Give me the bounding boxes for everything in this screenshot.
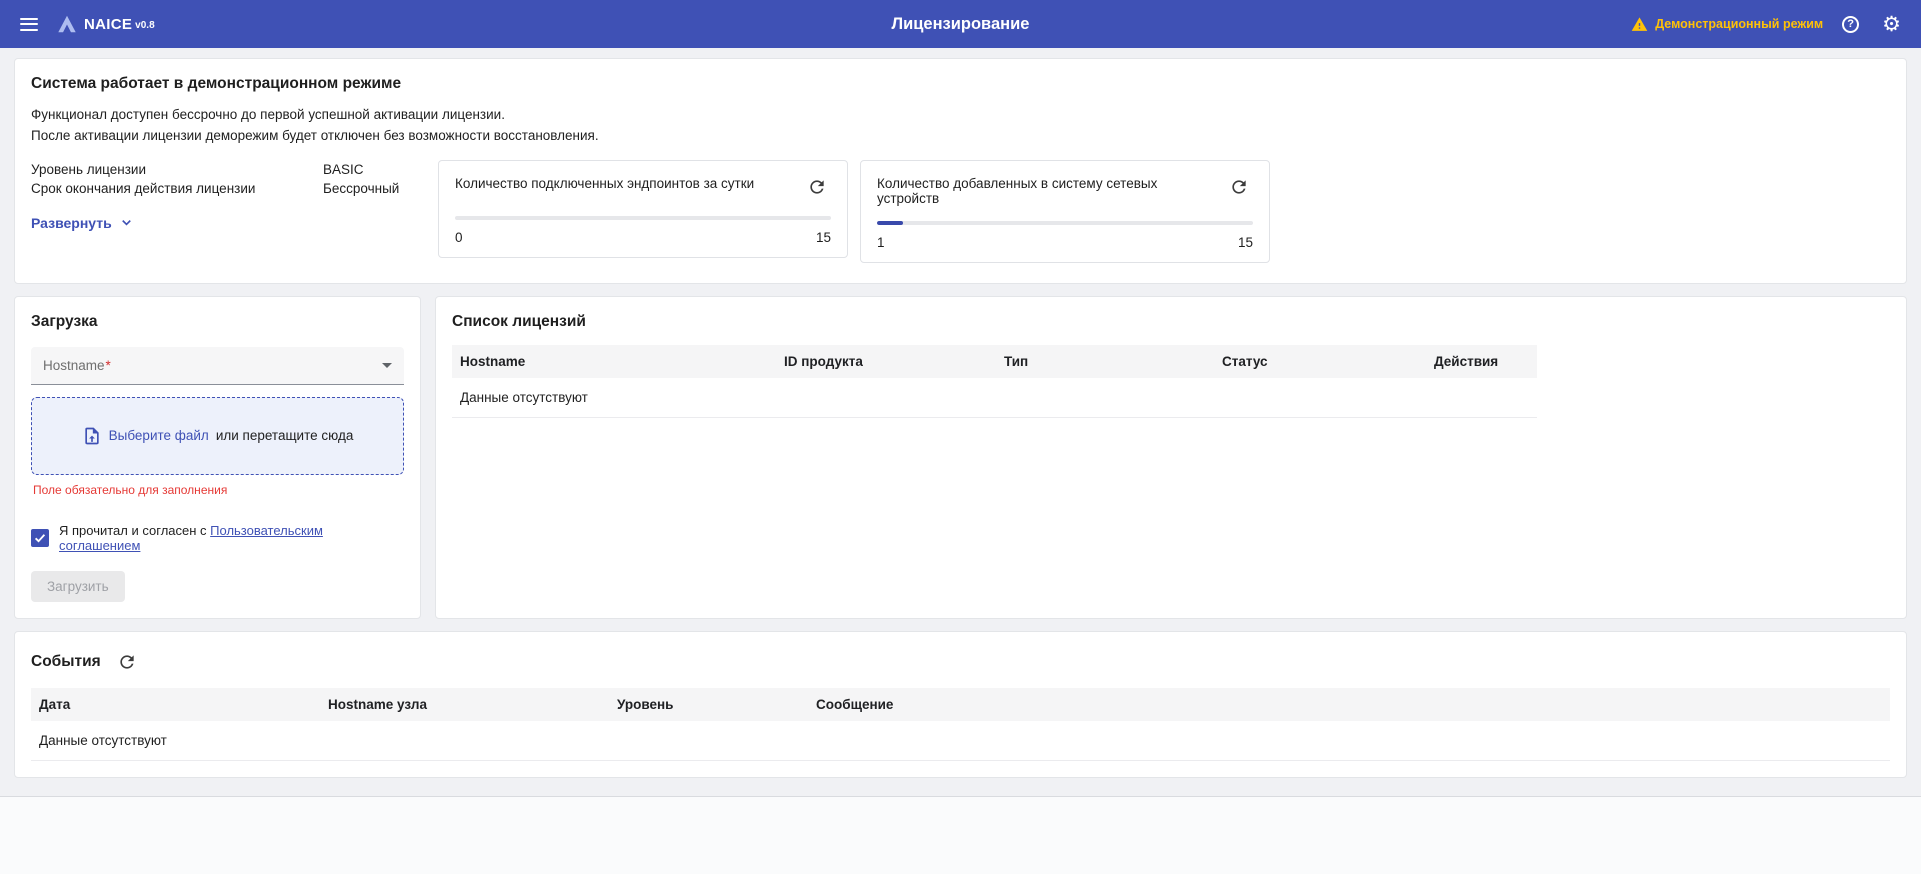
devices-stat-label: Количество добавленных в систему сетевых… xyxy=(877,173,1215,206)
demo-banner-line2: После активации лицензии деморежим будет… xyxy=(31,126,1890,147)
app-version: v0.8 xyxy=(135,20,154,31)
events-col-level: Уровень xyxy=(609,688,808,721)
naice-logo-icon xyxy=(56,13,78,35)
devices-progress-track xyxy=(877,221,1253,225)
gear-icon: ⚙ xyxy=(1882,14,1901,35)
help-icon: ? xyxy=(1842,16,1859,33)
endpoints-refresh-button[interactable] xyxy=(803,173,831,201)
events-header-row: Дата Hostname узла Уровень Сообщение xyxy=(31,688,1890,721)
demo-mode-badge: Демонстрационный режим xyxy=(1631,16,1823,33)
endpoints-max: 15 xyxy=(816,230,831,245)
licenses-title: Список лицензий xyxy=(452,313,1890,331)
devices-max: 15 xyxy=(1238,235,1253,250)
licenses-col-product-id: ID продукта xyxy=(776,345,996,378)
license-expiry-label: Срок окончания действия лицензии xyxy=(31,179,323,199)
refresh-icon xyxy=(117,652,137,672)
demo-banner-card: Система работает в демонстрационном режи… xyxy=(14,58,1907,284)
license-expiry-value: Бессрочный xyxy=(323,179,399,199)
licenses-col-type: Тип xyxy=(996,345,1214,378)
events-empty-row: Данные отсутствуют xyxy=(31,721,1890,761)
settings-button[interactable]: ⚙ xyxy=(1878,10,1905,39)
chevron-down-icon xyxy=(119,215,134,230)
endpoints-stat-card: Количество подключенных эндпоинтов за су… xyxy=(438,160,848,258)
upload-card: Загрузка Hostname* Выберите файл или пер… xyxy=(14,296,421,619)
topbar-actions: Демонстрационный режим ? ⚙ xyxy=(1631,10,1905,39)
agreement-checkbox[interactable] xyxy=(31,529,49,547)
license-level-value: BASIC xyxy=(323,160,364,180)
licenses-empty-text: Данные отсутствуют xyxy=(452,378,1537,418)
devices-stat-card: Количество добавленных в систему сетевых… xyxy=(860,160,1270,263)
menu-button[interactable] xyxy=(16,10,42,38)
expand-label: Развернуть xyxy=(31,215,112,231)
app-name: NAICE xyxy=(84,16,132,33)
licenses-col-hostname: Hostname xyxy=(452,345,776,378)
events-col-date: Дата xyxy=(31,688,320,721)
endpoints-min: 0 xyxy=(455,230,463,245)
devices-refresh-button[interactable] xyxy=(1225,173,1253,201)
hostname-placeholder: Hostname xyxy=(43,358,105,373)
choose-file-link[interactable]: Выберите файл xyxy=(109,428,209,443)
endpoints-stat-label: Количество подключенных эндпоинтов за су… xyxy=(455,173,754,191)
licenses-card: Список лицензий Hostname ID продукта Тип… xyxy=(435,296,1907,619)
dropzone-text: или перетащите сюда xyxy=(216,428,354,443)
events-refresh-button[interactable] xyxy=(113,648,141,676)
page-footer xyxy=(0,796,1921,874)
events-empty-text: Данные отсутствуют xyxy=(31,721,1890,761)
help-button[interactable]: ? xyxy=(1838,12,1863,37)
upload-file-icon xyxy=(82,426,102,446)
app-brand: NAICE v0.8 xyxy=(56,13,155,35)
expand-link[interactable]: Развернуть xyxy=(31,215,134,231)
events-card: События Дата Hostname узла Уровень Сообщ… xyxy=(14,631,1907,778)
demo-banner-line1: Функционал доступен бессрочно до первой … xyxy=(31,105,1890,126)
demo-mode-label: Демонстрационный режим xyxy=(1655,17,1823,31)
demo-banner-title: Система работает в демонстрационном режи… xyxy=(31,75,1890,93)
hostname-validation-error: Поле обязательно для заполнения xyxy=(33,483,404,497)
license-expiry-row: Срок окончания действия лицензии Бессроч… xyxy=(31,179,438,199)
events-title: События xyxy=(31,653,101,671)
licenses-col-status: Статус xyxy=(1214,345,1426,378)
warning-icon xyxy=(1631,16,1648,33)
hostname-select-label: Hostname* xyxy=(43,358,111,373)
licenses-col-actions: Действия xyxy=(1426,345,1537,378)
licenses-empty-row: Данные отсутствуют xyxy=(452,378,1537,418)
refresh-icon xyxy=(807,177,827,197)
upload-button[interactable]: Загрузить xyxy=(31,571,125,602)
license-info: Уровень лицензии BASIC Срок окончания де… xyxy=(31,160,438,263)
endpoints-progress-track xyxy=(455,216,831,220)
upload-title: Загрузка xyxy=(31,313,404,331)
devices-min: 1 xyxy=(877,235,885,250)
license-level-label: Уровень лицензии xyxy=(31,160,323,180)
stat-cards: Количество подключенных эндпоинтов за су… xyxy=(438,160,1270,263)
license-level-row: Уровень лицензии BASIC xyxy=(31,160,438,180)
events-table: Дата Hostname узла Уровень Сообщение Дан… xyxy=(31,688,1890,761)
events-col-message: Сообщение xyxy=(808,688,1890,721)
agreement-row: Я прочитал и согласен с Пользовательским… xyxy=(31,523,404,553)
licenses-header-row: Hostname ID продукта Тип Статус Действия xyxy=(452,345,1537,378)
events-col-hostname: Hostname узла xyxy=(320,688,609,721)
required-asterisk: * xyxy=(106,358,111,373)
hostname-select[interactable]: Hostname* xyxy=(31,347,404,385)
refresh-icon xyxy=(1229,177,1249,197)
licenses-table: Hostname ID продукта Тип Статус Действия… xyxy=(452,345,1537,418)
top-app-bar: NAICE v0.8 Лицензирование Демонстрационн… xyxy=(0,0,1921,48)
devices-progress-fill xyxy=(877,221,903,225)
chevron-down-icon xyxy=(382,363,392,368)
main-content: Система работает в демонстрационном режи… xyxy=(0,48,1921,778)
file-dropzone[interactable]: Выберите файл или перетащите сюда xyxy=(31,397,404,475)
agreement-text: Я прочитал и согласен с xyxy=(59,523,207,538)
hamburger-icon xyxy=(20,14,38,34)
